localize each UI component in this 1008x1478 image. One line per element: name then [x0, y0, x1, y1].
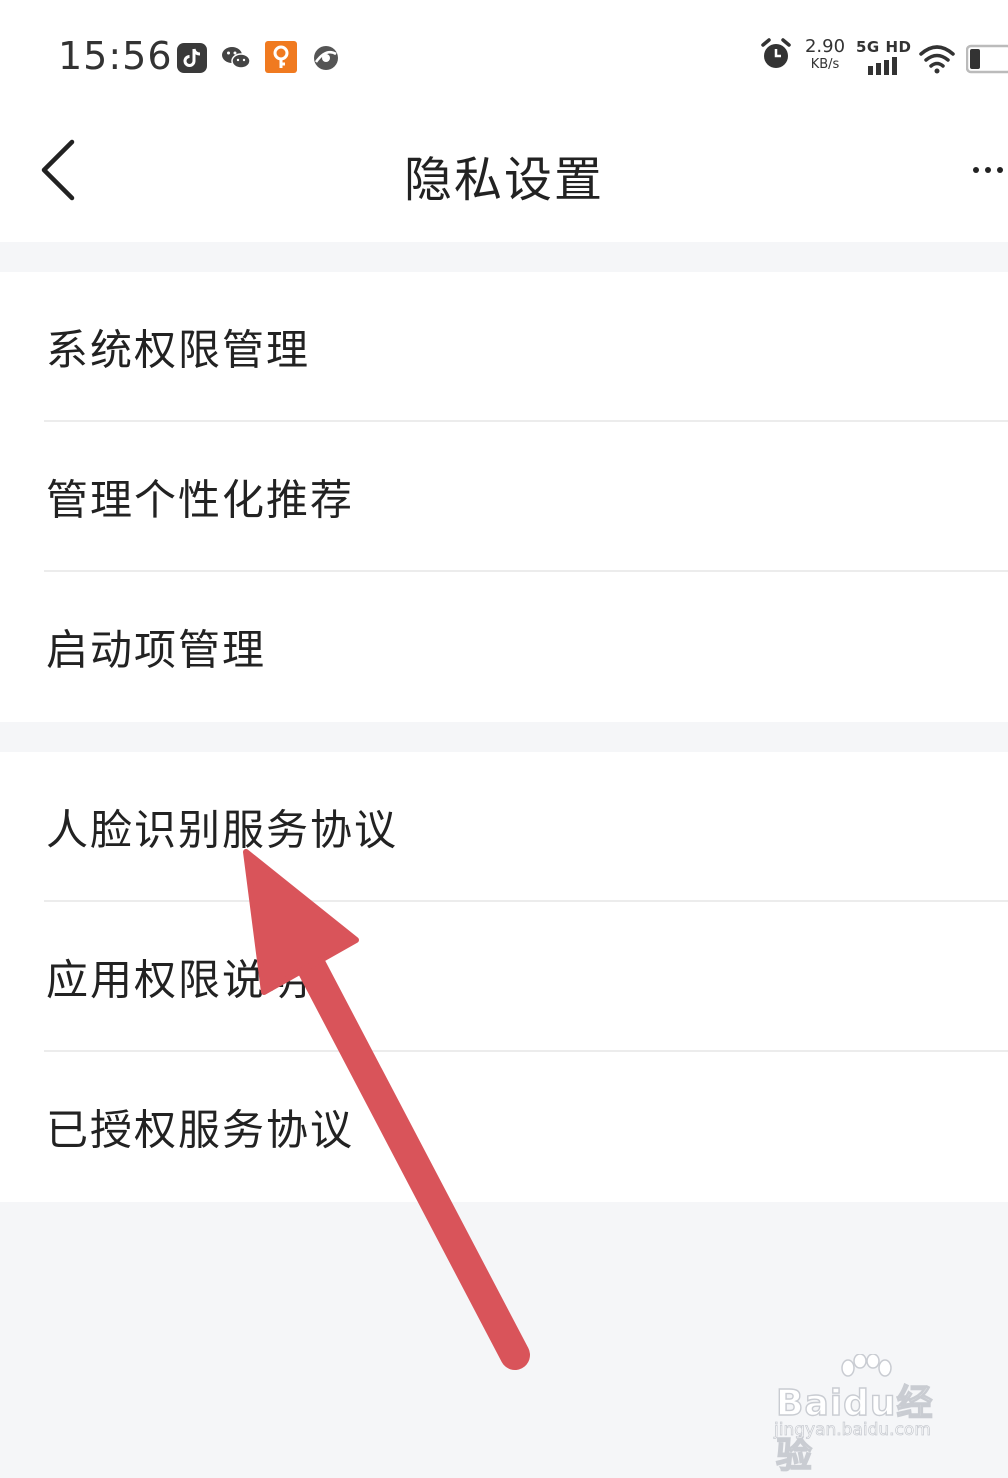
douyin-icon [177, 43, 207, 73]
row-face-recognition-agreement[interactable]: 人脸识别服务协议 [0, 752, 1008, 902]
wechat-icon [222, 47, 251, 69]
battery-icon [966, 44, 1008, 74]
more-icon[interactable] [968, 140, 1008, 200]
watermark: Baidu经验 jingyan.baidu.com [772, 1354, 962, 1477]
row-app-permission-notes[interactable]: 应用权限说明 [0, 902, 1008, 1052]
row-label: 应用权限说明 [46, 955, 311, 1005]
wifi-icon [919, 45, 955, 74]
net-speed: 2.90 KB/s [802, 36, 848, 72]
net-speed-value: 2.90 [804, 36, 846, 57]
row-label: 管理个性化推荐 [46, 475, 355, 525]
browser-icon [314, 46, 338, 70]
net-speed-unit: KB/s [810, 57, 840, 72]
row-label: 人脸识别服务协议 [46, 805, 399, 855]
row-authorized-agreements[interactable]: 已授权服务协议 [0, 1052, 1008, 1202]
network-label: 5G HD [856, 38, 912, 56]
settings-group-2: 人脸识别服务协议 应用权限说明 已授权服务协议 [0, 752, 1008, 1202]
row-label: 启动项管理 [46, 625, 267, 675]
status-bar: 15:56 2.90 KB/s 5G HD [0, 0, 1008, 110]
row-label: 系统权限管理 [46, 325, 311, 375]
orange-app-icon [265, 41, 297, 73]
signal-icon [868, 57, 897, 75]
alarm-icon [761, 38, 791, 68]
row-label: 已授权服务协议 [46, 1105, 355, 1155]
status-time: 15:56 [58, 34, 173, 78]
watermark-url: jingyan.baidu.com [774, 1420, 932, 1441]
row-system-permissions[interactable]: 系统权限管理 [0, 272, 1008, 422]
row-startup-items[interactable]: 启动项管理 [0, 572, 1008, 722]
settings-group-1: 系统权限管理 管理个性化推荐 启动项管理 [0, 272, 1008, 722]
page-title: 隐私设置 [403, 152, 604, 208]
row-personalized-recommendations[interactable]: 管理个性化推荐 [0, 422, 1008, 572]
nav-bar: 隐私设置 [0, 110, 1008, 242]
